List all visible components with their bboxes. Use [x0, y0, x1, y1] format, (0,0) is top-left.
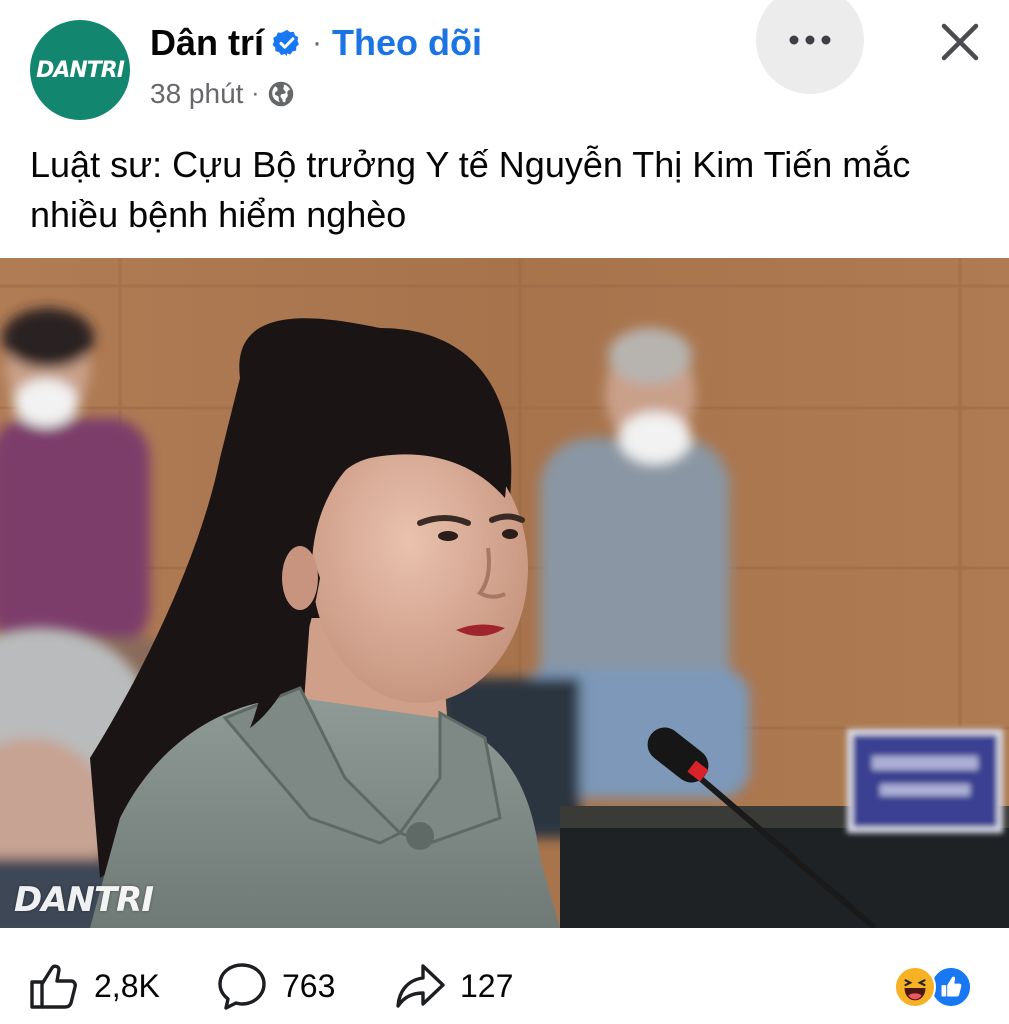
- meta-row: 38 phút ·: [150, 74, 295, 114]
- photo-illustration: [0, 258, 1009, 928]
- photo-watermark: DANTRI: [14, 880, 154, 920]
- action-bar: 2,8K 763 127: [0, 940, 1009, 1024]
- share-count: 127: [460, 967, 514, 1004]
- reaction-summary[interactable]: [894, 966, 978, 1008]
- like-button[interactable]: 2,8K: [28, 960, 160, 1012]
- comment-button[interactable]: 763: [216, 960, 335, 1012]
- share-button[interactable]: 127: [394, 960, 513, 1012]
- name-separator: ·: [312, 26, 323, 59]
- avatar-logo-text: DANTRI: [36, 57, 125, 83]
- post-text[interactable]: Luật sư: Cựu Bộ trưởng Y tế Nguyễn Thị K…: [30, 140, 990, 240]
- comment-count: 763: [282, 967, 336, 1004]
- meta-separator: ·: [251, 80, 260, 107]
- follow-button[interactable]: Theo dõi: [332, 22, 482, 64]
- more-icon: [789, 35, 831, 45]
- like-count: 2,8K: [94, 967, 160, 1004]
- name-row: Dân trí · Theo dõi: [150, 20, 482, 66]
- like-icon: [30, 964, 77, 1009]
- haha-reaction-icon: [894, 966, 936, 1008]
- page-name[interactable]: Dân trí: [150, 22, 264, 64]
- verified-badge-icon: [272, 29, 299, 57]
- comment-icon: [218, 963, 266, 1010]
- like-reaction-icon: [930, 966, 972, 1008]
- more-options-button[interactable]: [756, 0, 864, 94]
- share-icon: [396, 964, 445, 1008]
- close-button[interactable]: [932, 14, 988, 70]
- post-photo[interactable]: DANTRI: [0, 258, 1009, 928]
- close-icon: [941, 23, 979, 61]
- post-time[interactable]: 38 phút: [150, 78, 243, 110]
- page-avatar[interactable]: DANTRI: [30, 20, 130, 120]
- globe-icon: [269, 81, 294, 107]
- post-header: DANTRI Dân trí · Theo dõi 38 phút ·: [0, 0, 1009, 130]
